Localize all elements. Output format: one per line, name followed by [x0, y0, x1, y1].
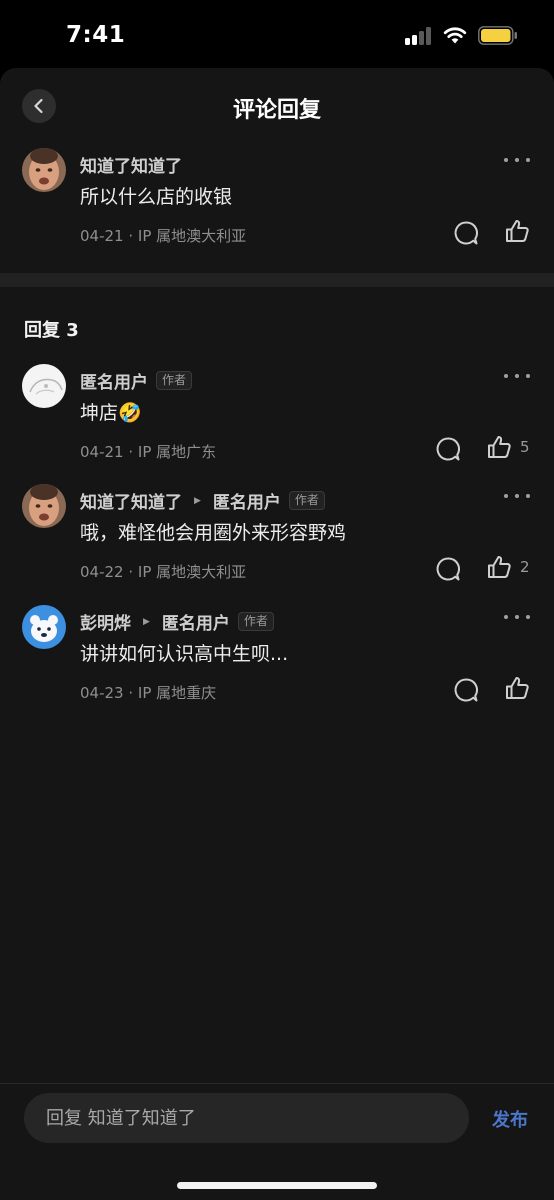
more-icon[interactable] — [504, 150, 530, 170]
avatar[interactable] — [22, 148, 66, 192]
author-line: 知道了知道了 ▶ 匿名用户 作者 — [80, 488, 325, 513]
cartoon-avatar-image — [22, 605, 66, 649]
speech-bubble-icon[interactable] — [453, 677, 479, 703]
reply-to-arrow-icon: ▶ — [143, 616, 150, 627]
more-icon[interactable] — [504, 366, 530, 386]
author-line: 彭明烨 ▶ 匿名用户 作者 — [80, 609, 274, 634]
author-line: 知道了知道了 — [80, 152, 182, 177]
comment-meta: 04-23 · IP 属地重庆 — [80, 684, 217, 702]
status-bar: 7:41 — [0, 0, 554, 68]
author-name[interactable]: 彭明烨 — [80, 609, 131, 634]
comment-meta: 04-21 · IP 属地广东 — [80, 443, 217, 461]
face-avatar-image — [22, 484, 66, 528]
avatar[interactable] — [22, 484, 66, 528]
like-button[interactable] — [504, 675, 530, 701]
wifi-icon — [443, 27, 467, 44]
header: 评论回复 — [0, 68, 554, 146]
page-title: 评论回复 — [232, 98, 321, 123]
author-name[interactable]: 知道了知道了 — [80, 152, 182, 177]
speech-bubble-icon[interactable] — [453, 220, 479, 246]
reply-to-arrow-icon: ▶ — [194, 495, 201, 506]
battery-icon — [478, 26, 517, 45]
reply-input[interactable] — [24, 1093, 469, 1143]
home-indicator[interactable] — [177, 1182, 377, 1189]
avatar[interactable] — [22, 364, 66, 408]
cellular-signal-icon — [405, 27, 435, 45]
section-divider — [0, 273, 554, 287]
author-name[interactable]: 匿名用户 — [80, 368, 148, 393]
thumbs-up-icon — [506, 220, 529, 242]
sketch-avatar-image — [22, 364, 66, 408]
thumbs-up-icon — [488, 556, 511, 578]
reply-to-name[interactable]: 匿名用户 — [162, 609, 230, 634]
thumbs-up-icon — [506, 677, 529, 699]
replies-count-title: 回复 3 — [24, 320, 79, 341]
comment-meta: 04-21 · IP 属地澳大利亚 — [80, 227, 247, 245]
avatar[interactable] — [22, 605, 66, 649]
face-avatar-image — [22, 148, 66, 192]
comment-sheet: 评论回复 知道了知道了 所以什么店的收银 04-21 · IP 属地澳大利亚 回… — [0, 68, 554, 1200]
reply-to-name[interactable]: 匿名用户 — [213, 488, 281, 513]
comment-text: 哦，难怪他会用圈外来形容野鸡 — [80, 522, 347, 544]
comment-text: 所以什么店的收银 — [80, 186, 233, 208]
publish-button[interactable]: 发布 — [492, 1106, 528, 1132]
reply-item: 彭明烨 ▶ 匿名用户 作者 讲讲如何认识高中生呗... 04-23 · IP 属… — [0, 605, 554, 705]
status-time: 7:41 — [66, 22, 126, 48]
reply-item: 匿名用户 作者 坤店🤣 04-21 · IP 属地广东 5 — [0, 364, 554, 464]
reply-bar: 发布 — [0, 1083, 554, 1200]
author-badge: 作者 — [156, 371, 193, 390]
like-count: 5 — [520, 438, 530, 456]
like-button[interactable]: 5 — [486, 434, 530, 460]
main-comment: 知道了知道了 所以什么店的收银 04-21 · IP 属地澳大利亚 — [0, 148, 554, 258]
comment-text: 讲讲如何认识高中生呗... — [80, 643, 289, 665]
author-badge: 作者 — [288, 491, 325, 510]
more-icon[interactable] — [504, 486, 530, 506]
like-button[interactable] — [504, 218, 530, 244]
author-name[interactable]: 知道了知道了 — [80, 488, 182, 513]
like-button[interactable]: 2 — [486, 554, 530, 580]
more-icon[interactable] — [504, 607, 530, 627]
like-count: 2 — [520, 558, 530, 576]
reply-item: 知道了知道了 ▶ 匿名用户 作者 哦，难怪他会用圈外来形容野鸡 04-22 · … — [0, 484, 554, 584]
author-badge: 作者 — [237, 612, 274, 631]
comment-text: 坤店🤣 — [80, 402, 142, 424]
speech-bubble-icon[interactable] — [435, 556, 461, 582]
author-line: 匿名用户 作者 — [80, 368, 193, 393]
speech-bubble-icon[interactable] — [435, 436, 461, 462]
thumbs-up-icon — [488, 436, 511, 458]
comment-meta: 04-22 · IP 属地澳大利亚 — [80, 563, 247, 581]
